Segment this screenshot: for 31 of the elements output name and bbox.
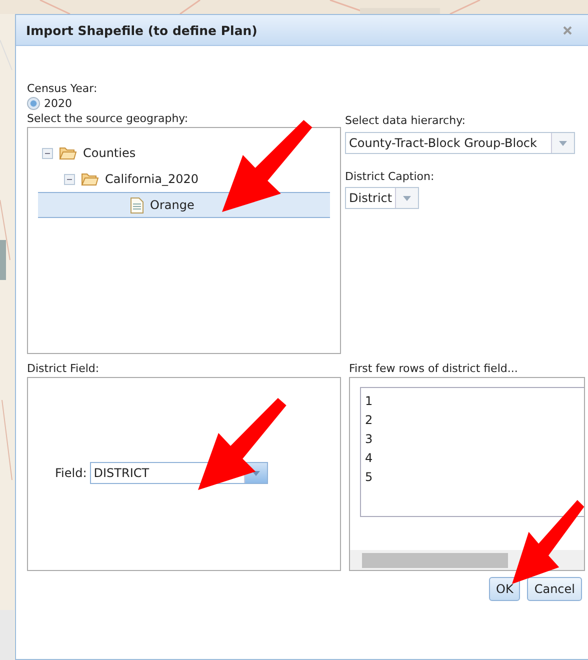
preview-row-text: 2 — [365, 412, 374, 429]
scrollbar-thumb[interactable] — [362, 552, 508, 568]
radio-button[interactable] — [27, 97, 40, 110]
caption-dropdown[interactable]: District — [345, 187, 419, 209]
preview-row-text: 3 — [365, 431, 374, 448]
field-label: First few rows of district field... — [349, 361, 519, 377]
tree-item[interactable]: Orange — [38, 192, 330, 218]
caret-icon — [403, 196, 411, 200]
radio-label: 2020 — [44, 97, 72, 110]
field-label: District Caption: — [345, 169, 436, 185]
preview-row-text: 4 — [365, 450, 374, 467]
cancel-button[interactable]: Cancel — [527, 577, 582, 601]
field-label: Select the source geography: — [27, 111, 190, 127]
hierarchy-dropdown[interactable]: County-Tract-Block Group-Block — [345, 132, 575, 154]
collapse-icon[interactable] — [64, 174, 75, 184]
field-label: Field: — [55, 466, 87, 480]
folder-icon — [59, 146, 77, 160]
dialog-title: Import Shapefile (to define Plan) — [26, 22, 258, 38]
preview-row-text: 1 — [365, 393, 374, 410]
preview-row-text: 5 — [365, 469, 374, 486]
tree-item[interactable]: California_2020 — [38, 166, 330, 192]
field-label: Select data hierarchy: — [345, 113, 466, 129]
document-icon — [130, 196, 144, 214]
caret-icon — [559, 140, 567, 146]
field-label: Census Year: — [27, 81, 98, 97]
tree-item[interactable]: Counties — [38, 140, 330, 166]
folder-icon — [81, 172, 99, 186]
field-label: District Field: — [27, 361, 100, 377]
collapse-icon[interactable] — [42, 148, 53, 158]
ok-button[interactable]: OK — [489, 577, 520, 601]
close-icon[interactable] — [563, 26, 572, 34]
